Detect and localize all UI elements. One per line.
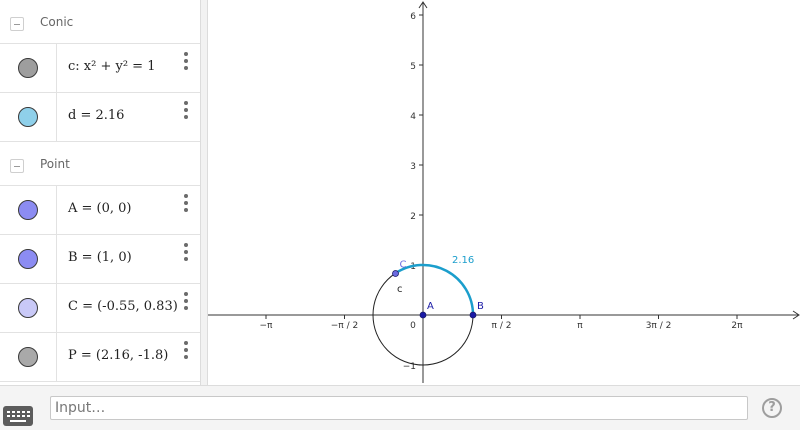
group-header-conic[interactable]: Conic <box>0 0 200 44</box>
group-label: Conic <box>40 15 74 29</box>
x-tick-labels: −π −π / 2 0 π / 2 π 3π / 2 2π <box>260 321 744 331</box>
algebra-item-p[interactable]: P = (2.16, -1.8) <box>0 333 200 382</box>
algebra-item-text[interactable]: c: x² + y² = 1 <box>68 59 155 74</box>
y-tick-label: 6 <box>410 12 416 22</box>
x-tick-label: 0 <box>410 321 416 331</box>
circle-label: c <box>397 284 403 295</box>
more-menu-icon[interactable] <box>184 243 188 261</box>
point-label-b: B <box>477 301 484 312</box>
group-header-point[interactable]: Point <box>0 142 200 186</box>
algebra-item-text[interactable]: d = 2.16 <box>68 108 124 123</box>
more-menu-icon[interactable] <box>184 292 188 310</box>
algebra-item-b[interactable]: B = (1, 0) <box>0 235 200 284</box>
algebra-item-text[interactable]: P = (2.16, -1.8) <box>68 348 168 363</box>
more-menu-icon[interactable] <box>184 52 188 70</box>
input-bar: ? <box>0 385 800 430</box>
point-a[interactable] <box>419 311 427 319</box>
graphics-view[interactable]: −π −π / 2 0 π / 2 π 3π / 2 2π 6 5 4 3 2 … <box>208 0 800 385</box>
x-tick-label: 3π / 2 <box>646 321 672 331</box>
algebra-item-c[interactable]: c: x² + y² = 1 <box>0 44 200 93</box>
graphics-canvas[interactable]: −π −π / 2 0 π / 2 π 3π / 2 2π 6 5 4 3 2 … <box>208 0 800 385</box>
y-tick-label: 2 <box>410 212 416 222</box>
y-tick-label: 4 <box>410 112 416 122</box>
x-tick-label: π / 2 <box>492 321 512 331</box>
algebra-item-a[interactable]: A = (0, 0) <box>0 186 200 235</box>
group-label: Point <box>40 157 70 171</box>
marble-column <box>0 44 57 92</box>
view-divider[interactable] <box>200 0 208 385</box>
algebra-item-d[interactable]: d = 2.16 <box>0 93 200 142</box>
help-icon[interactable]: ? <box>762 398 782 418</box>
visibility-toggle[interactable] <box>18 58 38 78</box>
marble-column <box>0 186 57 234</box>
visibility-toggle[interactable] <box>18 249 38 269</box>
point-c[interactable] <box>392 270 399 277</box>
point-b[interactable] <box>469 311 477 319</box>
algebra-item-text[interactable]: B = (1, 0) <box>68 250 132 265</box>
x-tick-label: π <box>577 321 583 331</box>
visibility-toggle[interactable] <box>18 107 38 127</box>
marble-column <box>0 284 57 332</box>
point-label-a: A <box>427 301 434 312</box>
algebra-view: Conic c: x² + y² = 1 d = 2.16 Point A = … <box>0 0 200 385</box>
visibility-toggle[interactable] <box>18 347 38 367</box>
x-tick-label: −π / 2 <box>331 321 358 331</box>
more-menu-icon[interactable] <box>184 194 188 212</box>
input-field[interactable] <box>50 396 748 420</box>
x-tick-label: −π <box>260 321 274 331</box>
y-tick-label: 5 <box>410 62 416 72</box>
more-menu-icon[interactable] <box>184 101 188 119</box>
more-menu-icon[interactable] <box>184 341 188 359</box>
marble-column <box>0 93 57 141</box>
collapse-icon[interactable] <box>10 17 24 31</box>
algebra-item-text[interactable]: A = (0, 0) <box>68 201 132 216</box>
visibility-toggle[interactable] <box>18 200 38 220</box>
visibility-toggle[interactable] <box>18 298 38 318</box>
x-ticks <box>265 315 738 319</box>
algebra-item-text[interactable]: C = (-0.55, 0.83) <box>68 299 178 314</box>
y-tick-label: 3 <box>410 162 416 172</box>
point-label-c: C <box>400 260 407 271</box>
x-tick-label: 2π <box>731 321 743 331</box>
algebra-item-c-point[interactable]: C = (-0.55, 0.83) <box>0 284 200 333</box>
y-tick-labels: 6 5 4 3 2 −1 1 <box>403 12 417 372</box>
keyboard-icon[interactable] <box>3 406 33 426</box>
collapse-icon[interactable] <box>10 159 24 173</box>
geogebra-app: Conic c: x² + y² = 1 d = 2.16 Point A = … <box>0 0 800 430</box>
marble-column <box>0 333 57 381</box>
arc-d[interactable] <box>394 263 475 316</box>
marble-column <box>0 235 57 283</box>
arc-label: 2.16 <box>452 255 474 266</box>
